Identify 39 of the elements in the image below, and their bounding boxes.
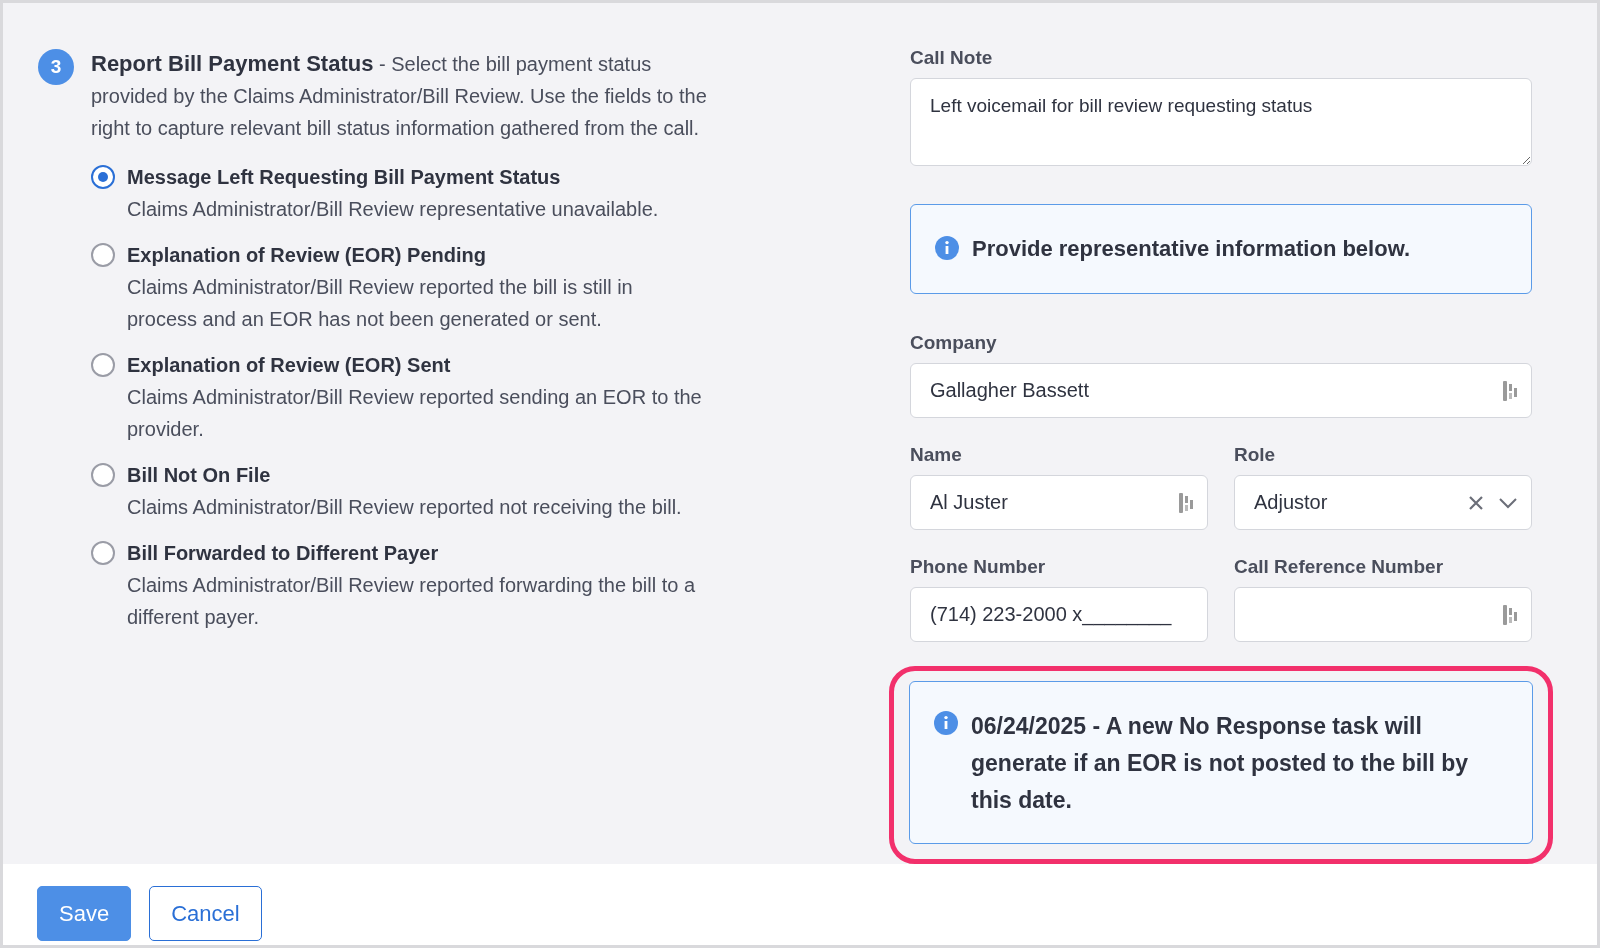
option-label[interactable]: Bill Forwarded to Different Payer bbox=[127, 537, 702, 569]
field-handle-icon bbox=[1502, 603, 1518, 626]
field-label: Role bbox=[1234, 444, 1277, 466]
option-label[interactable]: Bill Not On File bbox=[127, 459, 682, 491]
option-label[interactable]: Explanation of Review (EOR) Sent bbox=[127, 349, 702, 381]
info-icon bbox=[935, 236, 959, 260]
field-label: Call Note bbox=[910, 47, 994, 69]
chevron-down-icon[interactable] bbox=[1498, 496, 1518, 509]
step-instructions: Report Bill Payment Status - Select the bill payment status provided by the Claims Administrator/Bill Review. Use the fields to the right to capture relevant bill status information gathered from the call. bbox=[91, 50, 708, 141]
option-description: Claims Administrator/Bill Review representative unavailable. bbox=[127, 197, 659, 222]
step-number: 3 bbox=[38, 49, 74, 85]
text-field[interactable]: (714) 223-2000 x________ bbox=[910, 587, 1208, 642]
radio-button[interactable] bbox=[91, 243, 115, 267]
alert-text: 06/24/2025 - A new No Response task will generate if an EOR is not posted to the bill by this date. bbox=[971, 712, 1470, 815]
info-icon bbox=[934, 711, 958, 735]
radio-button[interactable] bbox=[91, 541, 115, 565]
option-label[interactable]: Explanation of Review (EOR) Pending bbox=[127, 239, 702, 271]
text-field[interactable] bbox=[1234, 587, 1532, 642]
field-handle-icon bbox=[1178, 491, 1194, 514]
radio-button[interactable] bbox=[91, 165, 115, 189]
text-field[interactable]: Al Juster bbox=[910, 475, 1208, 530]
option-description: Claims Administrator/Bill Review reported the bill is still in process and an EOR has not been generated or sent. bbox=[127, 275, 634, 332]
field-label: Name bbox=[910, 444, 963, 466]
field-label: Company bbox=[910, 332, 998, 354]
radio-button[interactable] bbox=[91, 353, 115, 377]
call-note-field[interactable]: Left voicemail for bill review requesting status bbox=[910, 78, 1532, 166]
option-label[interactable]: Message Left Requesting Bill Payment Status bbox=[127, 161, 659, 193]
option-description: Claims Administrator/Bill Review reported forwarding the bill to a different payer. bbox=[127, 573, 696, 630]
cancel-button[interactable]: Cancel bbox=[149, 886, 262, 941]
radio-button[interactable] bbox=[91, 463, 115, 487]
field-handle-icon bbox=[1502, 379, 1518, 402]
option-description: Claims Administrator/Bill Review reported not receiving the bill. bbox=[127, 495, 682, 520]
option-description: Claims Administrator/Bill Review reported sending an EOR to the provider. bbox=[127, 385, 702, 442]
field-label: Phone Number bbox=[910, 556, 1047, 578]
text-field[interactable]: Gallagher Bassett bbox=[910, 363, 1532, 418]
clear-icon[interactable] bbox=[1468, 494, 1484, 511]
field-label: Call Reference Number bbox=[1234, 556, 1445, 578]
banner-text: Provide representative information below. bbox=[972, 235, 1411, 263]
role-dropdown[interactable]: Adjustor bbox=[1234, 475, 1532, 530]
